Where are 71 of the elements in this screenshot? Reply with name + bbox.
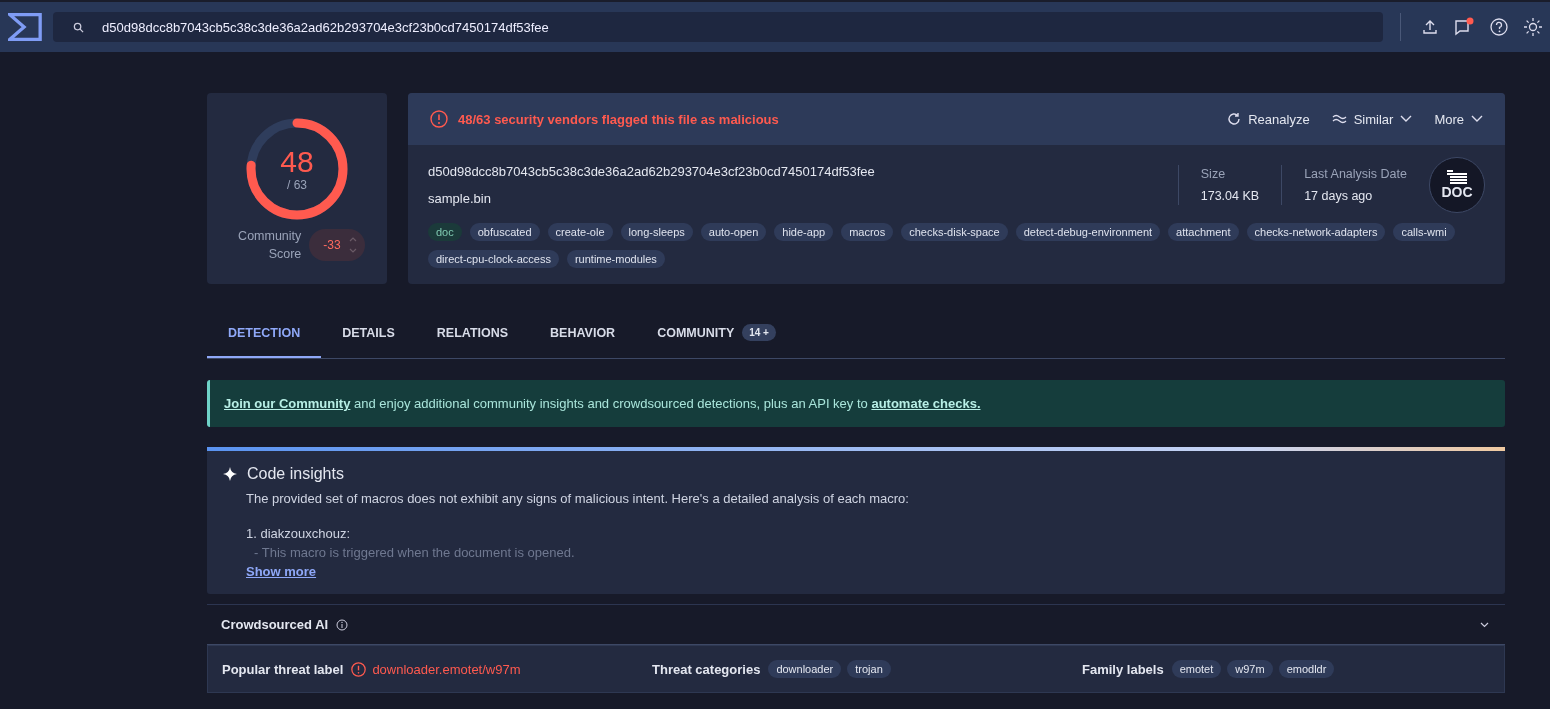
tab[interactable]: COMMUNITY 14 +: [636, 310, 797, 358]
crowdsourced-ai-header[interactable]: Crowdsourced AI: [207, 604, 1505, 645]
doc-file-badge: DOC: [1429, 157, 1485, 213]
tag[interactable]: doc: [428, 223, 462, 241]
stat-label: Size: [1200, 167, 1227, 181]
waves-icon: [1331, 114, 1347, 124]
warning-icon: [351, 661, 367, 677]
insight-text: The provided set of macros does not exhibit any signs of malicious intent. Here's a detailed analysis of each macro:: [246, 491, 910, 506]
tab[interactable]: DETAILS: [321, 310, 416, 358]
tag[interactable]: attachment: [1168, 223, 1239, 241]
threat-label-value[interactable]: downloader.emotet/w97m: [372, 661, 521, 677]
tab[interactable]: RELATIONS: [415, 310, 530, 358]
sun-icon[interactable]: [1524, 18, 1542, 36]
chevron-down-icon: [1471, 115, 1483, 123]
category-tag[interactable]: trojan: [847, 660, 891, 678]
tag[interactable]: macros: [841, 223, 894, 241]
similar-button[interactable]: Similar: [1331, 111, 1413, 127]
tag[interactable]: create-ole: [547, 223, 613, 241]
chevron-down-icon: [1400, 115, 1413, 123]
tag[interactable]: long-sleeps: [620, 223, 693, 241]
family-tag[interactable]: emotet: [1171, 660, 1222, 678]
refresh-icon: [1227, 112, 1242, 126]
macro-name: 1. diakzouxchouz:: [246, 526, 352, 541]
search-field[interactable]: d50d98dcc8b7043cb5c38c3de36a2ad62b293704e3cf23b0cd7450174df53fee: [53, 12, 1384, 42]
info-icon: [336, 618, 349, 631]
show-more-link[interactable]: Show more: [246, 564, 317, 579]
family-tag[interactable]: emodldr: [1278, 660, 1335, 678]
upload-icon[interactable]: [1422, 19, 1438, 35]
tag[interactable]: detect-debug-environment: [1015, 223, 1161, 241]
tag[interactable]: obfuscated: [469, 223, 540, 241]
tag[interactable]: auto-open: [700, 223, 767, 241]
count-badge: 14 +: [742, 324, 776, 341]
family-tag[interactable]: w97m: [1227, 660, 1273, 678]
category-tag[interactable]: downloader: [768, 660, 842, 678]
family-labels-heading: Family labels: [1082, 661, 1164, 677]
help-icon[interactable]: [1490, 18, 1508, 36]
sigma-logo-icon[interactable]: [8, 12, 43, 42]
macro-detail: - This macro is triggered when the document is opened.: [253, 545, 576, 560]
stat-value: 17 days ago: [1304, 189, 1374, 203]
tag[interactable]: runtime-modules: [566, 250, 665, 268]
file-hash: d50d98dcc8b7043cb5c38c3de36a2ad62b293704e3cf23b0cd7450174df53fee: [428, 164, 876, 179]
tab[interactable]: BEHAVIOR: [529, 310, 637, 358]
engine-total: / 63: [287, 178, 307, 192]
tag[interactable]: calls-wmi: [1393, 223, 1455, 241]
code-insights-title: Code insights: [247, 465, 344, 483]
tag[interactable]: hide-app: [774, 223, 834, 241]
stat-value: 173.04 KB: [1200, 189, 1260, 203]
alert-text: 48/63 security vendors flagged this file as malicious: [458, 111, 779, 127]
banner-text: Join our Community and enjoy additional community insights and crowdsourced detections, plus an API key to automate checks.: [224, 396, 982, 411]
automate-checks-link[interactable]: automate checks.: [871, 396, 981, 411]
more-button[interactable]: More: [1434, 111, 1483, 127]
tag[interactable]: checks-network-adapters: [1246, 223, 1386, 241]
reanalyze-button[interactable]: Reanalyze: [1227, 111, 1310, 127]
threat-categories-heading: Threat categories: [652, 661, 761, 677]
join-community-link[interactable]: Join our Community: [224, 396, 351, 411]
section-title: Crowdsourced AI: [221, 617, 329, 632]
warning-icon: [430, 110, 448, 128]
chat-icon[interactable]: [1454, 17, 1474, 37]
search-icon: [73, 22, 85, 33]
tag[interactable]: direct-cpu-clock-access: [428, 250, 559, 268]
detection-count: 48: [280, 146, 314, 178]
stat-label: Last Analysis Date: [1304, 167, 1407, 181]
file-name: sample.bin: [428, 191, 492, 206]
sparkle-icon: [223, 467, 237, 481]
community-score-label: Community Score: [237, 228, 302, 263]
chevron-down-icon[interactable]: [1480, 621, 1489, 628]
tab[interactable]: DETECTION: [207, 310, 322, 358]
tag[interactable]: checks-disk-space: [901, 223, 1008, 241]
community-score-badge: -33: [309, 229, 365, 261]
document-lines-icon: [1446, 170, 1468, 184]
threat-label-heading: Popular threat label: [222, 661, 344, 677]
